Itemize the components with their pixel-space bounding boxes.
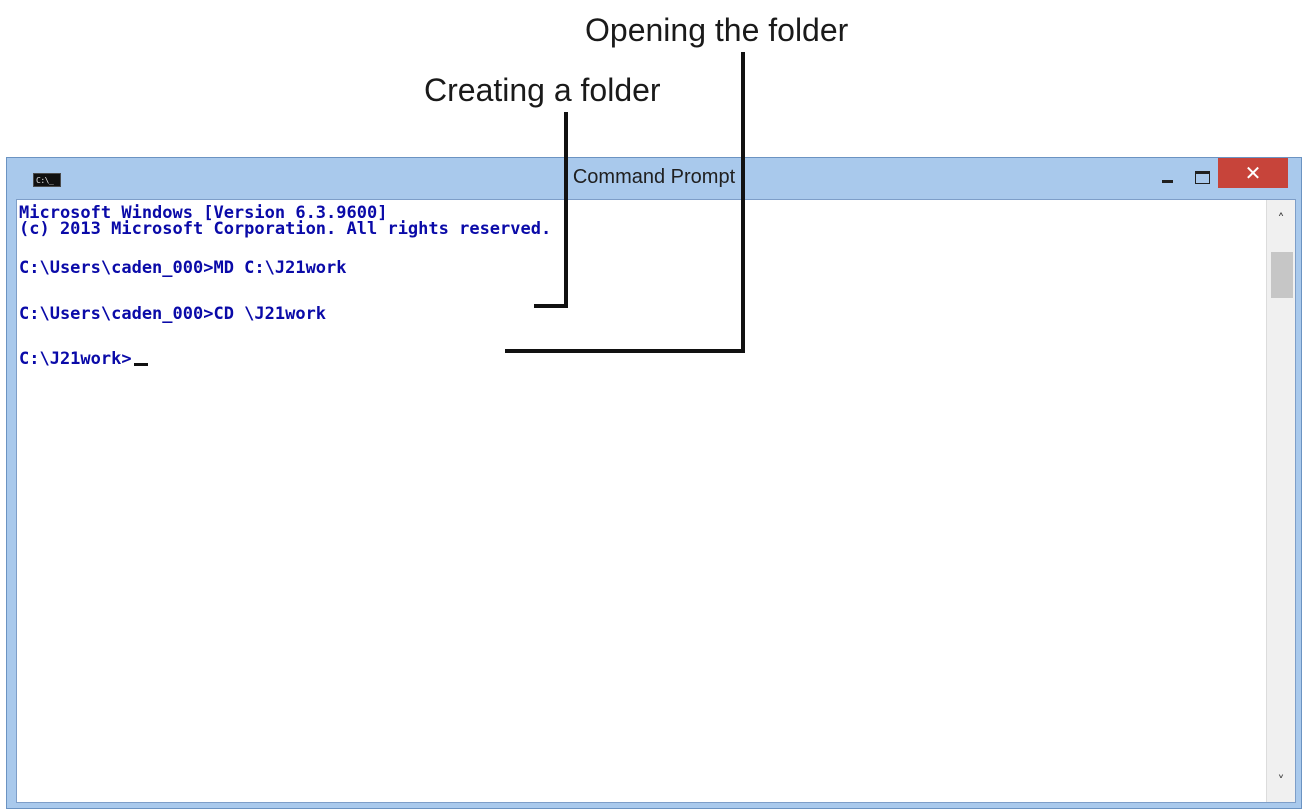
scroll-thumb[interactable] [1271,252,1293,298]
close-icon: ✕ [1244,161,1262,185]
console-line: (c) 2013 Microsoft Corporation. All righ… [19,219,552,239]
text-cursor [133,363,148,366]
window-title: Command Prompt [572,166,736,188]
console-prompt: C:\J21work> [19,349,132,369]
callout-opening-folder: Opening the folder [585,12,849,48]
title-bar[interactable]: C:\_ Command Prompt ✕ [7,158,1301,198]
scroll-up-icon[interactable]: ˄ [1267,210,1295,230]
vertical-scrollbar[interactable]: ˄ ˅ [1266,200,1295,802]
callout-creating-folder: Creating a folder [424,72,661,108]
console-line: C:\Users\caden_000>MD C:\J21work [19,258,347,278]
console-prompt-line: C:\J21work> [19,349,148,369]
minimize-button[interactable] [1154,163,1182,189]
console-area[interactable]: Microsoft Windows [Version 6.3.9600] (c)… [16,199,1296,803]
close-button[interactable]: ✕ [1218,158,1288,188]
scroll-down-icon[interactable]: ˅ [1267,772,1295,792]
console-line: C:\Users\caden_000>CD \J21work [19,304,327,324]
console-output[interactable]: Microsoft Windows [Version 6.3.9600] (c)… [19,205,1269,795]
command-prompt-window: C:\_ Command Prompt ✕ Microsoft Windows … [6,157,1302,809]
maximize-button[interactable] [1187,163,1215,189]
